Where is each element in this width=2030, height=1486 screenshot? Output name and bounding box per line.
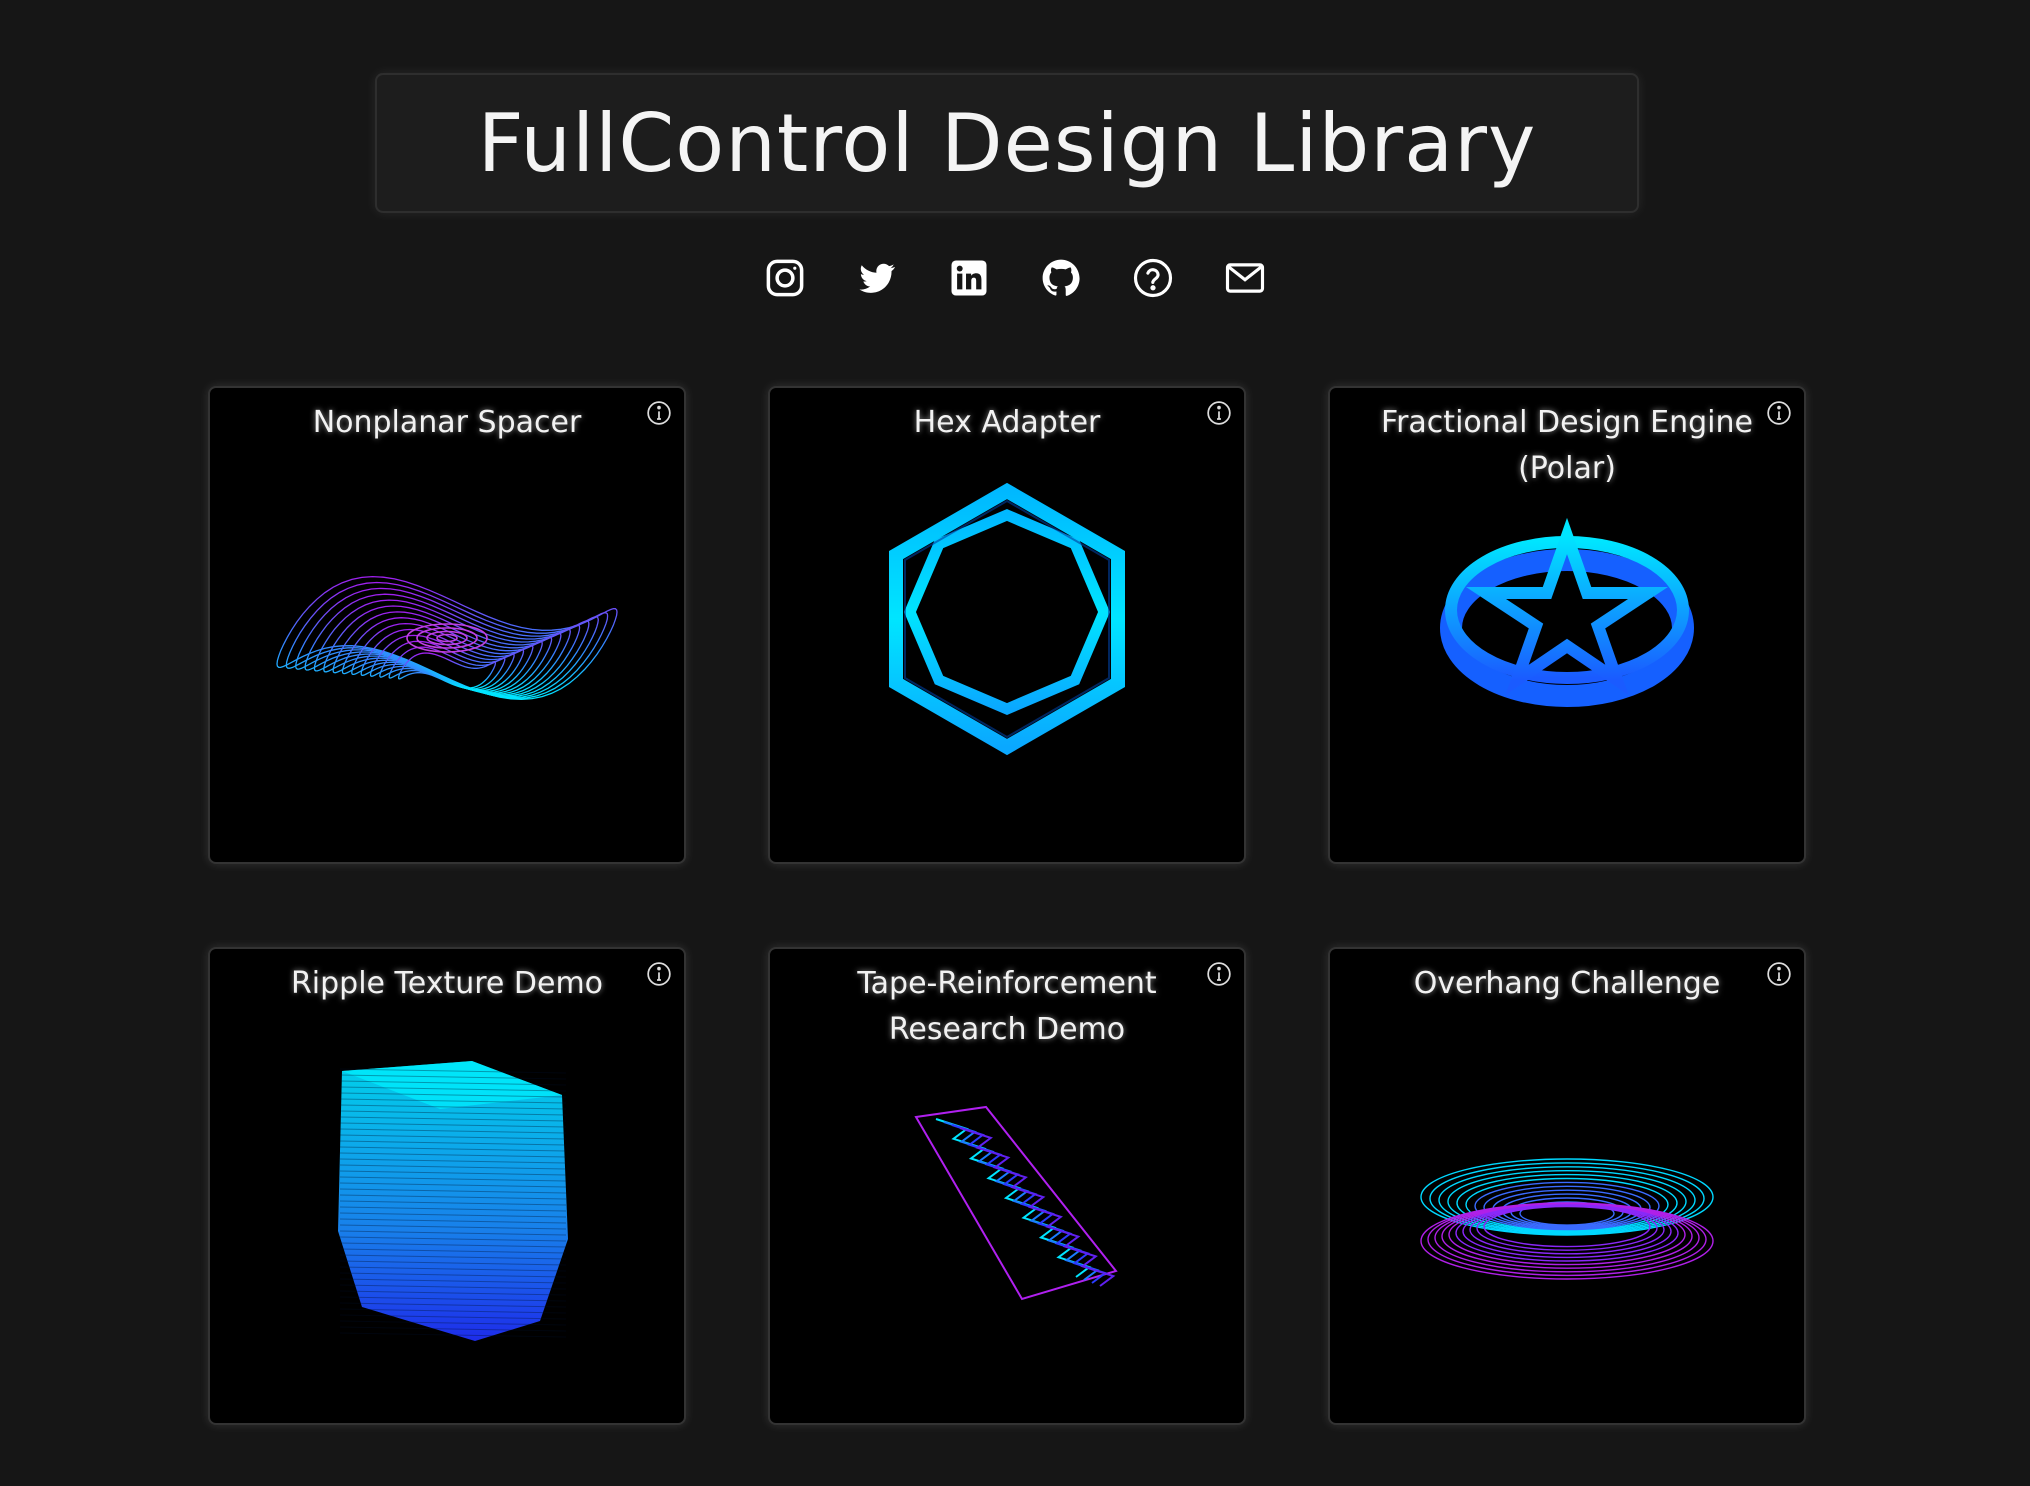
help-link[interactable]	[1131, 254, 1175, 302]
info-icon[interactable]	[646, 400, 672, 426]
github-link[interactable]	[1039, 254, 1083, 302]
info-icon[interactable]	[1206, 400, 1232, 426]
info-icon[interactable]	[1766, 400, 1792, 426]
help-icon	[1133, 258, 1173, 298]
page: FullControl Design Library Nonplanar Spa…	[0, 0, 2030, 1486]
instagram-icon	[766, 259, 804, 297]
nonplanar-spacer-preview	[276, 575, 618, 701]
instagram-link[interactable]	[763, 254, 807, 302]
linkedin-link[interactable]	[947, 254, 991, 302]
design-card-hex-adapter[interactable]: Hex Adapter	[768, 386, 1246, 864]
twitter-link[interactable]	[855, 254, 899, 302]
design-card-ripple-texture-demo[interactable]: Ripple Texture Demo	[208, 947, 686, 1425]
tape-zigzag-line	[943, 1121, 1100, 1281]
social-links	[0, 254, 2030, 302]
mail-icon	[1225, 263, 1265, 293]
design-card-tape-reinforcement[interactable]: Tape-Reinforcement Research Demo	[768, 947, 1246, 1425]
header-title-box: FullControl Design Library	[375, 73, 1639, 213]
card-title: Nonplanar Spacer	[312, 405, 582, 440]
hex-adapter-preview	[889, 482, 1125, 756]
card-title: Hex Adapter	[913, 405, 1101, 440]
linkedin-icon	[951, 260, 987, 296]
design-card-nonplanar-spacer[interactable]: Nonplanar Spacer	[208, 386, 686, 864]
card-title: Overhang Challenge	[1413, 966, 1721, 1001]
card-title: Tape-Reinforcement Research Demo	[857, 966, 1157, 1047]
design-card-overhang-challenge[interactable]: Overhang Challenge	[1328, 947, 1806, 1425]
twitter-icon	[859, 263, 896, 293]
info-icon[interactable]	[646, 961, 672, 987]
design-card-fractional-design-engine[interactable]: Fractional Design Engine (Polar)	[1328, 386, 1806, 864]
info-icon[interactable]	[1206, 961, 1232, 987]
page-title: FullControl Design Library	[477, 96, 1537, 190]
info-icon[interactable]	[1766, 961, 1792, 987]
mail-link[interactable]	[1223, 254, 1267, 302]
ripple-texture-preview	[338, 1061, 568, 1341]
github-icon	[1042, 259, 1080, 296]
card-title: Fractional Design Engine (Polar)	[1381, 405, 1753, 486]
tape-zigzag-line	[935, 1118, 1092, 1278]
tape-zigzag-line	[951, 1124, 1108, 1284]
card-title: Ripple Texture Demo	[290, 966, 604, 1001]
overhang-challenge-preview	[1420, 1158, 1714, 1280]
